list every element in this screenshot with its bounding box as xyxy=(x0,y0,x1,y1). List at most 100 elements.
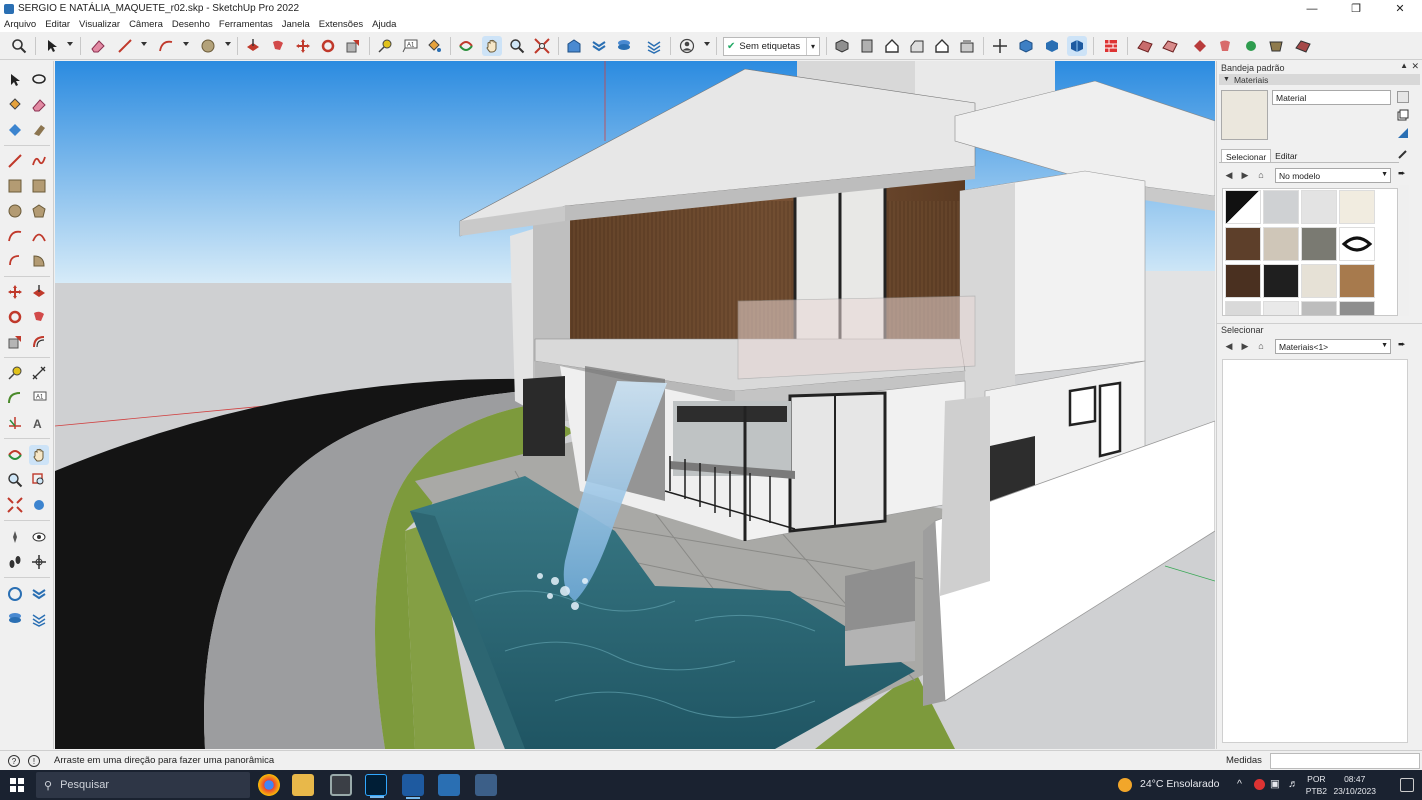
eraser-icon[interactable] xyxy=(88,36,108,56)
swatch-material[interactable] xyxy=(1301,190,1337,224)
swatch-material[interactable] xyxy=(1301,301,1337,315)
swatches-scrollbar[interactable] xyxy=(1399,185,1409,316)
eraser-icon[interactable] xyxy=(29,95,49,115)
lasso-icon[interactable] xyxy=(29,70,49,90)
extension-manager-icon[interactable] xyxy=(29,609,49,629)
close-icon[interactable]: ✕ xyxy=(1378,0,1422,17)
select-collection[interactable]: Materiais<1> ▼ xyxy=(1275,339,1391,354)
rectangle-icon[interactable] xyxy=(5,176,25,196)
tape-measure-icon[interactable] xyxy=(5,363,25,383)
home-icon[interactable]: ⌂ xyxy=(1253,170,1269,180)
weather-sun-icon[interactable] xyxy=(1118,778,1132,792)
components-icon[interactable] xyxy=(644,36,664,56)
pencil-line-icon[interactable] xyxy=(115,36,135,56)
warehouse-icon[interactable] xyxy=(564,36,584,56)
scale-icon[interactable] xyxy=(343,36,363,56)
zoom-extents-icon[interactable] xyxy=(5,495,25,515)
shape-circle-icon[interactable] xyxy=(198,36,218,56)
menu-visualizar[interactable]: Visualizar xyxy=(79,19,120,30)
tag-icon[interactable] xyxy=(5,120,25,140)
sketchup-icon[interactable] xyxy=(402,774,424,799)
material-name-field[interactable]: Material xyxy=(1272,90,1391,105)
sandbox-icon[interactable] xyxy=(1135,36,1155,56)
menu-janela[interactable]: Janela xyxy=(282,19,310,30)
zoom-icon[interactable] xyxy=(5,470,25,490)
push-pull-icon[interactable] xyxy=(29,282,49,302)
text-tool-icon[interactable]: A1 xyxy=(29,388,49,408)
materials-header[interactable]: ▼ Materiais xyxy=(1219,74,1420,85)
menu-camera[interactable]: Câmera xyxy=(129,19,163,30)
taskbar-search[interactable]: ⚲ Pesquisar xyxy=(36,772,250,798)
pin-icon[interactable]: ▲ xyxy=(1400,61,1408,70)
default-material-icon[interactable] xyxy=(1397,91,1409,103)
swatch-material[interactable] xyxy=(1339,190,1375,224)
menu-arquivo[interactable]: Arquivo xyxy=(4,19,36,30)
eyedropper-icon[interactable] xyxy=(1397,148,1409,160)
calculator-icon[interactable] xyxy=(330,774,352,796)
chrome-icon[interactable] xyxy=(258,774,280,796)
drape-icon[interactable] xyxy=(1215,36,1235,56)
select-arrow-icon[interactable] xyxy=(5,70,25,90)
sandbox-contours-icon[interactable] xyxy=(1160,36,1180,56)
notification-icon[interactable] xyxy=(1254,779,1265,790)
section-plane-icon[interactable] xyxy=(1101,36,1121,56)
position-camera-icon[interactable] xyxy=(5,527,25,547)
tape-measure-icon[interactable] xyxy=(375,36,395,56)
photoshop-icon[interactable] xyxy=(365,774,387,798)
layers-icon[interactable] xyxy=(614,36,634,56)
rotate-icon[interactable] xyxy=(5,307,25,327)
previous-view-icon[interactable] xyxy=(29,495,49,515)
file-explorer-icon[interactable] xyxy=(292,774,314,796)
create-material-icon[interactable] xyxy=(1397,109,1409,121)
close-icon[interactable]: ✕ xyxy=(1411,61,1419,72)
arc-icon[interactable] xyxy=(156,36,176,56)
measurements-field[interactable] xyxy=(1270,753,1420,769)
back-view-icon[interactable] xyxy=(932,36,952,56)
collection-select[interactable]: No modelo ▼ xyxy=(1275,168,1391,183)
flip-edge-icon[interactable] xyxy=(1266,36,1286,56)
arc-icon[interactable] xyxy=(5,226,25,246)
look-around-icon[interactable] xyxy=(29,527,49,547)
zoom-window-icon[interactable] xyxy=(29,470,49,490)
tag-selector[interactable]: ✔ Sem etiquetas ▾ xyxy=(723,37,820,56)
text-tool-icon[interactable]: A1 xyxy=(400,36,420,56)
style-xray-icon[interactable] xyxy=(1016,36,1036,56)
swatch-material[interactable] xyxy=(1301,264,1337,298)
tab-edit[interactable]: Editar xyxy=(1271,149,1301,163)
follow-me-icon[interactable] xyxy=(29,307,49,327)
home-icon[interactable]: ⌂ xyxy=(1253,341,1269,351)
menu-ferramentas[interactable]: Ferramentas xyxy=(219,19,273,30)
right-view-icon[interactable] xyxy=(907,36,927,56)
two-point-arc-icon[interactable] xyxy=(29,226,49,246)
section-plane-icon[interactable] xyxy=(29,552,49,572)
extension-warehouse-icon[interactable] xyxy=(589,36,609,56)
network-icon[interactable]: ▣ xyxy=(1270,778,1280,790)
style-textured-icon[interactable] xyxy=(1067,36,1087,56)
push-pull-icon[interactable] xyxy=(243,36,263,56)
swatch-material[interactable] xyxy=(1339,301,1375,315)
forward-arrow-icon[interactable]: ▶ xyxy=(1237,170,1253,181)
minimize-icon[interactable]: — xyxy=(1290,0,1334,17)
zoom-extents-icon[interactable] xyxy=(532,36,552,56)
swatch-material[interactable] xyxy=(1225,301,1261,315)
details-arrow-icon[interactable]: ➨ xyxy=(1398,339,1410,353)
menu-editar[interactable]: Editar xyxy=(45,19,70,30)
axes-icon[interactable] xyxy=(5,413,25,433)
add-detail-icon[interactable] xyxy=(1241,36,1261,56)
back-arrow-icon[interactable]: ◀ xyxy=(1221,170,1237,181)
notifications-center-icon[interactable] xyxy=(1400,778,1414,792)
display-secondary-icon[interactable] xyxy=(1397,127,1409,139)
swatch-material[interactable] xyxy=(1339,264,1375,298)
swatch-material[interactable] xyxy=(1225,264,1261,298)
orbit-icon[interactable] xyxy=(5,445,25,465)
swatch-material[interactable] xyxy=(1225,227,1261,261)
pan-hand-icon[interactable] xyxy=(482,36,502,56)
warning-icon[interactable]: ! xyxy=(28,755,40,767)
freehand-icon[interactable] xyxy=(29,151,49,171)
details-arrow-icon[interactable]: ➨ xyxy=(1398,168,1410,182)
restore-icon[interactable]: ❐ xyxy=(1334,0,1378,17)
layout-icon[interactable] xyxy=(438,774,460,796)
offset-icon[interactable] xyxy=(29,332,49,352)
scale-icon[interactable] xyxy=(5,332,25,352)
layers-icon[interactable] xyxy=(5,609,25,629)
